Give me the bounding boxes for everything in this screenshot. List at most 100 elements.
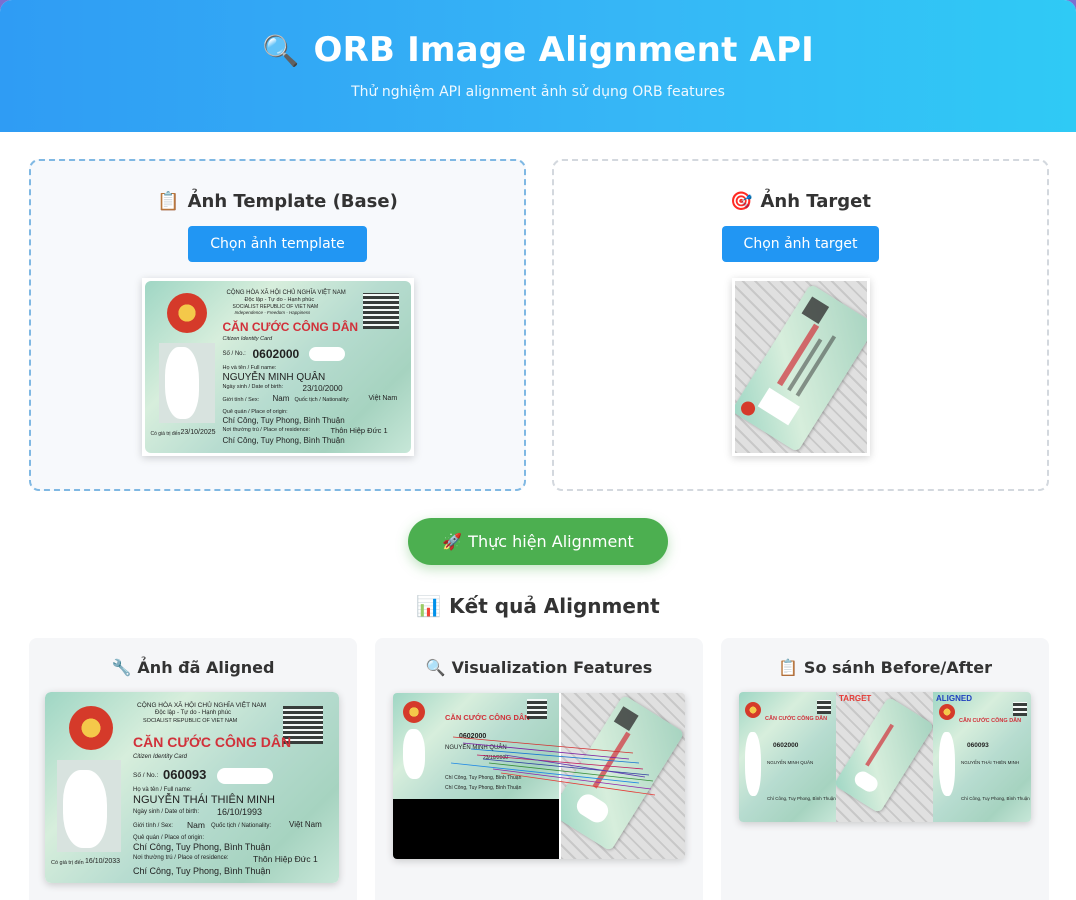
card-dob: 16/10/1993 bbox=[217, 807, 263, 817]
sex-label: Giới tính / Sex: bbox=[222, 397, 260, 403]
aligned-result-card: 🔧 Ảnh đã Aligned CỘNG HÒA XÃ HỘI CHỦ NGHĨ… bbox=[29, 638, 357, 900]
target-preview bbox=[731, 278, 870, 456]
card-residence-1: Thôn Hiệp Đức 1 bbox=[330, 426, 388, 435]
card-expiry: 16/10/2033 bbox=[85, 858, 121, 865]
emblem-icon bbox=[166, 293, 207, 333]
action-area: 🚀 Thực hiện Alignment bbox=[0, 518, 1076, 565]
aligned-title-text: Ảnh đã Aligned bbox=[137, 658, 275, 677]
tilted-photo-redacted bbox=[757, 387, 800, 426]
card-origin: Chí Công, Tuy Phong, Bình Thuận bbox=[222, 416, 345, 425]
card-title-en: Citizen Identity Card bbox=[222, 336, 273, 342]
target-title: 🎯 Ảnh Target bbox=[554, 191, 1047, 212]
aligned-card-image: CỘNG HÒA XÃ HỘI CHỦ NGHĨA VIỆT NAM Độc l… bbox=[45, 692, 339, 883]
card-origin: Chí Công, Tuy Phong, Bình Thuận bbox=[767, 796, 836, 801]
features-title: 🔍 Visualization Features bbox=[375, 658, 703, 677]
card-title: CĂN CƯỚC CÔNG DÂN bbox=[133, 734, 292, 750]
residence-label: Nơi thường trú / Place of residence: bbox=[222, 427, 311, 433]
page-title: 🔍 ORB Image Alignment API bbox=[0, 30, 1076, 70]
magnifier-icon: 🔍 bbox=[425, 658, 446, 677]
emblem-icon bbox=[939, 704, 955, 720]
target-upload-box[interactable]: 🎯 Ảnh Target Chọn ảnh target bbox=[552, 159, 1049, 491]
feature-match-lines bbox=[450, 736, 656, 796]
upload-section: 📋 Ảnh Template (Base) Chọn ảnh template C… bbox=[29, 159, 1049, 491]
card-nationality: Việt Nam bbox=[368, 395, 398, 402]
clipboard-icon: 📋 bbox=[778, 658, 798, 677]
emblem-icon bbox=[69, 706, 113, 750]
origin-label: Quê quán / Place of origin: bbox=[222, 409, 288, 415]
compare-title: 📋 So sánh Before/After bbox=[721, 658, 1049, 677]
compare-target-panel: TARGET bbox=[836, 692, 933, 822]
tilted-card bbox=[734, 283, 867, 453]
template-upload-box[interactable]: 📋 Ảnh Template (Base) Chọn ảnh template C… bbox=[29, 159, 526, 491]
qr-code bbox=[1013, 702, 1027, 716]
app-window: 🔍 ORB Image Alignment API Thử nghiệm API … bbox=[0, 0, 1076, 900]
card-motto: Độc lập - Tự do - Hạnh phúc bbox=[244, 297, 315, 303]
card-residence-2: Chí Công, Tuy Phong, Bình Thuận bbox=[133, 866, 271, 876]
expiry-label: Có giá trị đến bbox=[150, 431, 181, 437]
features-result-card: 🔍 Visualization Features CĂN CƯỚC CÔNG DÂ… bbox=[375, 638, 703, 900]
tilted-qr bbox=[801, 296, 829, 325]
choose-target-button[interactable]: Chọn ảnh target bbox=[721, 226, 880, 262]
card-residence-1: Thôn Hiệp Đức 1 bbox=[253, 854, 318, 864]
card-nation: CỘNG HÒA XÃ HỘI CHỦ NGHĨA VIỆT NAM bbox=[226, 290, 346, 296]
card-title: CĂN CƯỚC CÔNG DÂN bbox=[765, 716, 828, 722]
target-label: TARGET bbox=[839, 694, 872, 703]
nationality-label: Quốc tịch / Nationality: bbox=[294, 397, 350, 403]
compare-title-text: So sánh Before/After bbox=[803, 658, 992, 677]
compare-aligned-panel: CĂN CƯỚC CÔNG DÂN 060093 NGUYỄN THÁI THI… bbox=[933, 692, 1031, 822]
card-sex: Nam bbox=[272, 394, 290, 403]
card-number: 0602000 bbox=[773, 742, 799, 749]
sex-label: Giới tính / Sex: bbox=[133, 823, 173, 829]
name-label: Họ và tên / Full name: bbox=[222, 365, 277, 371]
target-icon: 🎯 bbox=[730, 191, 753, 212]
number-label: Số / No.: bbox=[133, 772, 159, 779]
magnifier-icon: 🔍 bbox=[261, 34, 300, 69]
card-expiry: 23/10/2025 bbox=[180, 429, 216, 436]
nationality-label: Quốc tịch / Nationality: bbox=[211, 823, 272, 829]
compare-template-card: CĂN CƯỚC CÔNG DÂN 0602000 NGUYỄN MINH QU… bbox=[739, 692, 836, 822]
page-title-text: ORB Image Alignment API bbox=[313, 30, 815, 70]
card-nationality: Việt Nam bbox=[289, 820, 322, 829]
header: 🔍 ORB Image Alignment API Thử nghiệm API … bbox=[0, 0, 1076, 132]
template-preview: CỘNG HÒA XÃ HỘI CHỦ NGHĨA VIỆT NAM Độc l… bbox=[141, 278, 414, 456]
compare-aligned-card: CĂN CƯỚC CÔNG DÂN 060093 NGUYỄN THÁI THI… bbox=[933, 692, 1031, 822]
compare-image: CĂN CƯỚC CÔNG DÂN 0602000 NGUYỄN MINH QU… bbox=[739, 692, 1031, 822]
emblem-icon bbox=[745, 702, 761, 718]
tilted-emblem bbox=[737, 398, 758, 419]
aligned-label: ALIGNED bbox=[936, 694, 972, 703]
rocket-icon: 🚀 bbox=[442, 532, 463, 551]
card-title: CĂN CƯỚC CÔNG DÂN bbox=[959, 718, 1022, 724]
tilted-title-strip bbox=[865, 723, 894, 767]
target-title-text: Ảnh Target bbox=[760, 191, 871, 212]
card-dob: 23/10/2000 bbox=[302, 384, 343, 393]
aligned-title: 🔧 Ảnh đã Aligned bbox=[29, 658, 357, 677]
origin-label: Quê quán / Place of origin: bbox=[133, 835, 205, 841]
results-title: 📊 Kết quả Alignment bbox=[0, 594, 1076, 618]
card-residence-2: Chí Công, Tuy Phong, Bình Thuận bbox=[222, 436, 345, 445]
qr-code bbox=[817, 700, 831, 714]
compare-template-panel: CĂN CƯỚC CÔNG DÂN 0602000 NGUYỄN MINH QU… bbox=[739, 692, 836, 822]
card-name: NGUYỄN THÁI THIÊN MINH bbox=[133, 794, 275, 806]
card-nation-en: SOCIALIST REPUBLIC OF VIET NAM bbox=[143, 718, 238, 724]
expiry-label: Có giá trị đến bbox=[51, 860, 84, 866]
card-number: 0602000 bbox=[252, 347, 300, 361]
photo-redacted bbox=[745, 732, 761, 796]
tilted-card bbox=[836, 696, 933, 814]
clipboard-icon: 📋 bbox=[157, 191, 180, 212]
features-image: CĂN CƯỚC CÔNG DÂN 0602000 NGUYỄN MINH QU… bbox=[393, 693, 685, 859]
card-motto-en: Independence - Freedom - Happiness bbox=[234, 310, 311, 315]
page-subtitle: Thử nghiệm API alignment ảnh sử dụng ORB… bbox=[351, 84, 725, 100]
chart-icon: 📊 bbox=[416, 594, 442, 618]
card-name: NGUYỄN MINH QUÂN bbox=[767, 760, 814, 765]
card-origin: Chí Công, Tuy Phong, Bình Thuận bbox=[133, 842, 271, 852]
compare-target-photo bbox=[836, 692, 933, 822]
card-motto: Độc lập - Tự do - Hạnh phúc bbox=[155, 710, 231, 716]
aligned-image: CỘNG HÒA XÃ HỘI CHỦ NGHĨA VIỆT NAM Độc l… bbox=[45, 692, 339, 883]
number-redacted bbox=[217, 768, 273, 784]
features-title-text: Visualization Features bbox=[451, 658, 653, 677]
photo-redacted bbox=[164, 347, 199, 419]
choose-template-button[interactable]: Chọn ảnh template bbox=[188, 226, 367, 262]
run-alignment-button[interactable]: 🚀 Thực hiện Alignment bbox=[408, 518, 668, 565]
card-origin: Chí Công, Tuy Phong, Bình Thuận bbox=[961, 796, 1030, 801]
residence-label: Nơi thường trú / Place of residence: bbox=[133, 855, 229, 861]
